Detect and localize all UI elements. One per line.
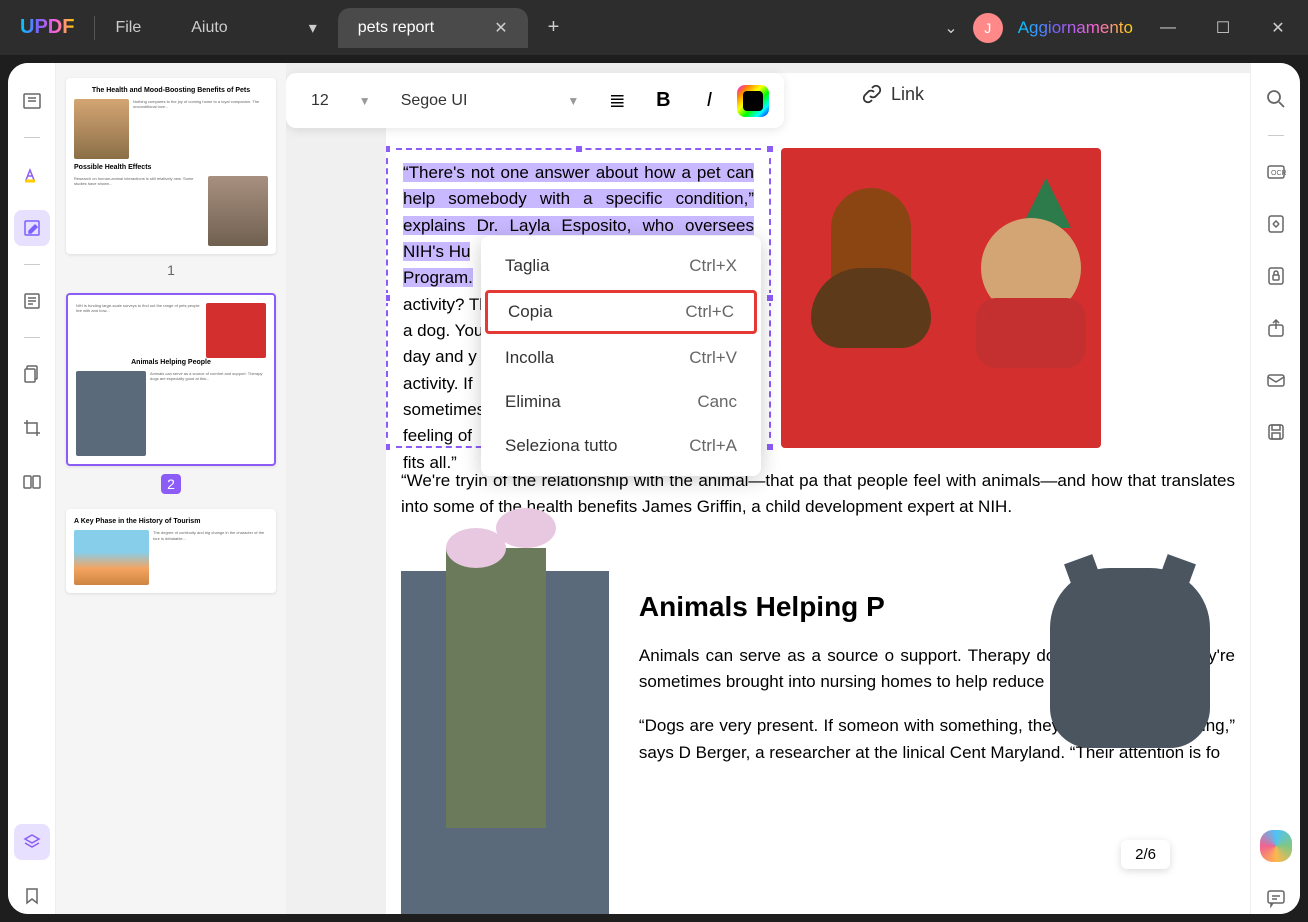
comment-icon[interactable] — [1260, 882, 1292, 914]
chevron-down-icon: ▼ — [567, 94, 579, 108]
text-format-toolbar: 12 ▼ Segoe UI ▼ ≣ B I — [286, 73, 784, 128]
upgrade-button[interactable]: Aggiornamento — [1018, 18, 1133, 38]
menu-help[interactable]: Aiuto — [191, 19, 227, 37]
dogs-christmas-image — [781, 148, 1101, 448]
ctx-select-all[interactable]: Seleziona tutto Ctrl+A — [481, 424, 761, 468]
thumbnail-page-3[interactable]: A Key Phase in the History of Tourism Th… — [66, 509, 276, 593]
edit-tool[interactable] — [14, 210, 50, 246]
thumb-title: Animals Helping People — [76, 358, 266, 367]
right-toolbar: OCR — [1250, 63, 1300, 914]
link-tool[interactable]: Link — [861, 83, 924, 105]
font-size-select[interactable]: 12 ▼ — [301, 92, 381, 110]
chevron-down-icon[interactable]: ⌄ — [944, 18, 957, 38]
link-icon — [861, 83, 883, 105]
ocr-icon[interactable]: OCR — [1260, 156, 1292, 188]
cat-flowers-image — [401, 571, 609, 914]
tab-list-dropdown[interactable]: ▾ — [298, 13, 328, 43]
highlight-tool[interactable] — [14, 156, 50, 192]
ctx-delete[interactable]: Elimina Canc — [481, 380, 761, 424]
thumb-title: A Key Phase in the History of Tourism — [74, 517, 268, 526]
font-name-value: Segoe UI — [401, 92, 468, 110]
share-icon[interactable] — [1260, 312, 1292, 344]
thumb-subtitle: Possible Health Effects — [74, 163, 268, 172]
layers-tool[interactable] — [14, 824, 50, 860]
page-number-2: 2 — [161, 474, 181, 494]
reader-tool[interactable] — [14, 83, 50, 119]
add-tab-button[interactable]: + — [548, 16, 560, 39]
thumbnails-panel: The Health and Mood-Boosting Benefits of… — [56, 63, 286, 914]
menu-file[interactable]: File — [115, 19, 141, 37]
ctx-paste[interactable]: Incolla Ctrl+V — [481, 336, 761, 380]
thumb-title: The Health and Mood-Boosting Benefits of… — [74, 86, 268, 95]
minimize-button[interactable]: — — [1148, 13, 1188, 43]
bookmark-tool[interactable] — [14, 878, 50, 914]
font-size-value: 12 — [311, 92, 329, 110]
search-icon[interactable] — [1260, 83, 1292, 115]
svg-text:OCR: OCR — [1271, 170, 1287, 177]
page-indicator[interactable]: 2/6 — [1121, 840, 1170, 869]
thumbnail-page-2[interactable]: NIH is funding large-scale surveys to fi… — [66, 293, 276, 466]
thumbnail-page-1[interactable]: The Health and Mood-Boosting Benefits of… — [66, 78, 276, 254]
align-button[interactable]: ≣ — [599, 83, 635, 119]
tab-title: pets report — [358, 19, 434, 37]
context-menu: Taglia Ctrl+X Copia Ctrl+C Incolla Ctrl+… — [481, 236, 761, 476]
ai-icon[interactable] — [1260, 830, 1292, 862]
document-area: 12 ▼ Segoe UI ▼ ≣ B I Link — [286, 63, 1250, 914]
compare-tool[interactable] — [14, 464, 50, 500]
user-avatar[interactable]: J — [973, 13, 1003, 43]
document-tab[interactable]: pets report ✕ — [338, 8, 528, 48]
protect-icon[interactable] — [1260, 260, 1292, 292]
email-icon[interactable] — [1260, 364, 1292, 396]
ctx-cut[interactable]: Taglia Ctrl+X — [481, 244, 761, 288]
page-number-1: 1 — [66, 262, 276, 278]
italic-button[interactable]: I — [691, 83, 727, 119]
app-logo: UPDF — [20, 16, 74, 39]
close-button[interactable]: ✕ — [1258, 13, 1298, 43]
bold-button[interactable]: B — [645, 83, 681, 119]
titlebar: UPDF File Aiuto ▾ pets report ✕ + ⌄ J Ag… — [0, 0, 1308, 55]
crop-tool[interactable] — [14, 410, 50, 446]
divider — [94, 16, 95, 40]
organize-tool[interactable] — [14, 283, 50, 319]
maximize-button[interactable]: ☐ — [1203, 13, 1243, 43]
convert-icon[interactable] — [1260, 208, 1292, 240]
pages-tool[interactable] — [14, 356, 50, 392]
page-content: “There's not one answer about how a pet … — [386, 73, 1250, 914]
font-family-select[interactable]: Segoe UI ▼ — [391, 92, 590, 110]
link-label: Link — [891, 84, 924, 105]
close-icon[interactable]: ✕ — [494, 18, 507, 38]
save-icon[interactable] — [1260, 416, 1292, 448]
ctx-copy[interactable]: Copia Ctrl+C — [485, 290, 757, 334]
color-picker-button[interactable] — [737, 85, 769, 117]
chevron-down-icon: ▼ — [359, 94, 371, 108]
left-toolbar — [8, 63, 56, 914]
